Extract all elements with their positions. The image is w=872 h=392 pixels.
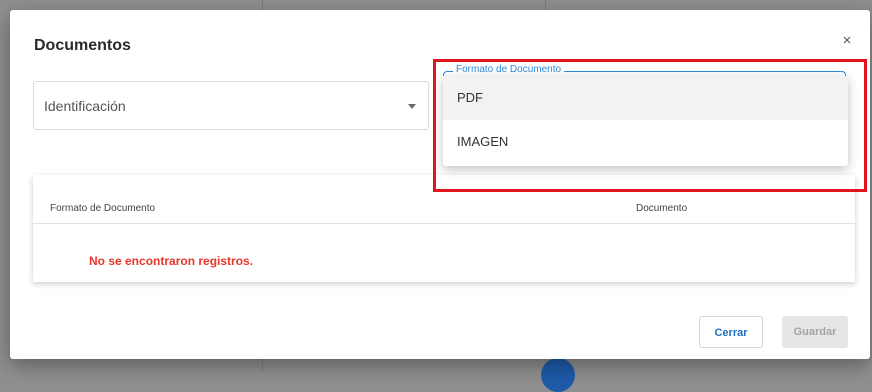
close-icon[interactable]: × xyxy=(840,33,854,48)
dialog-title: Documentos xyxy=(34,37,131,54)
formato-documento-label: Formato de Documento xyxy=(453,64,565,75)
empty-table-message: No se encontraron registros. xyxy=(89,254,254,268)
column-header-documento: Documento xyxy=(636,203,688,214)
formato-documento-dropdown: PDF IMAGEN xyxy=(443,76,848,166)
table-header-divider xyxy=(33,223,855,224)
identificacion-label: Identificación xyxy=(44,98,126,114)
guardar-button: Guardar xyxy=(782,316,848,348)
documents-table: Formato de Documento Documento No se enc… xyxy=(33,175,855,282)
column-header-formato: Formato de Documento xyxy=(50,203,156,214)
documentos-dialog: Documentos × Identificación Formato de D… xyxy=(10,10,870,359)
cerrar-button[interactable]: Cerrar xyxy=(699,316,763,348)
dropdown-option-pdf[interactable]: PDF xyxy=(443,76,848,120)
background-fab-button xyxy=(541,358,575,392)
chevron-down-icon xyxy=(408,104,416,109)
identificacion-select[interactable]: Identificación xyxy=(33,81,429,130)
dropdown-option-imagen[interactable]: IMAGEN xyxy=(443,120,848,164)
